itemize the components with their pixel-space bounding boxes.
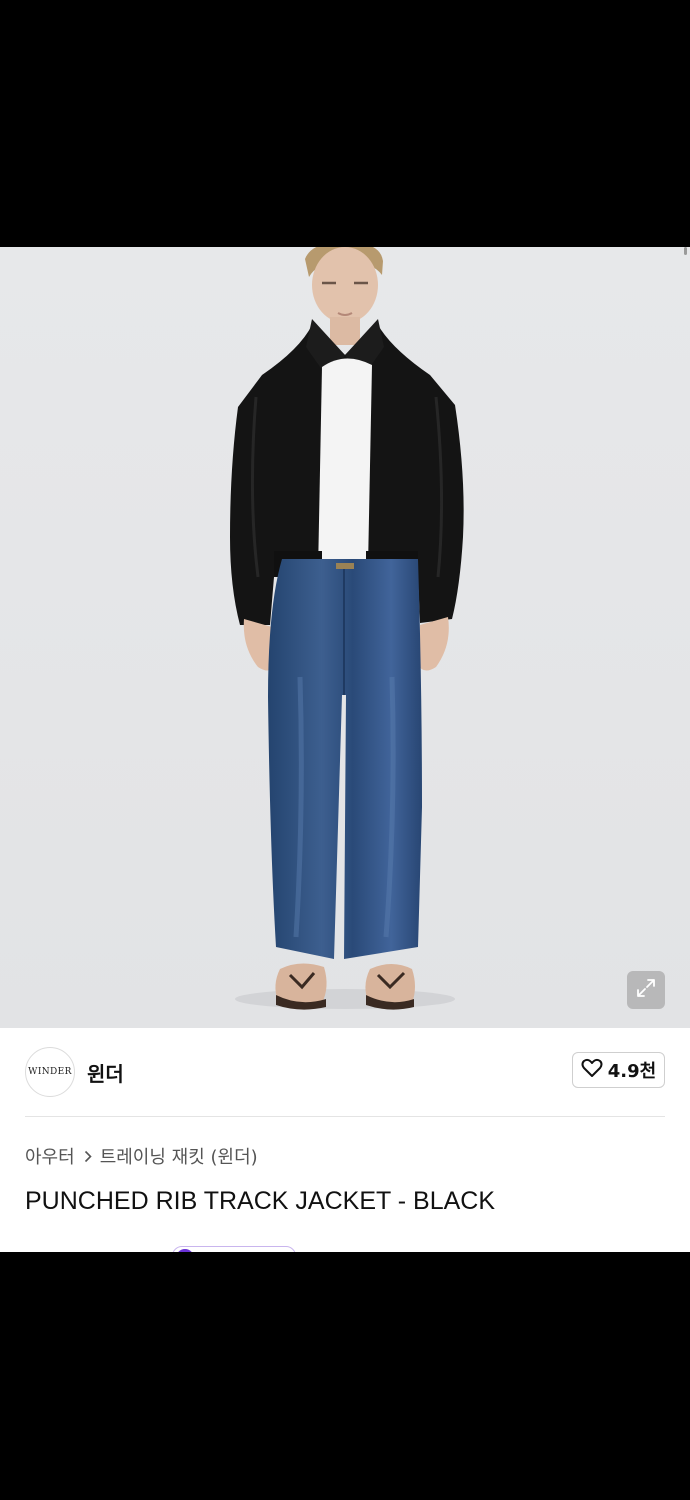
- divider: [25, 1116, 665, 1117]
- breadcrumb-subcategory[interactable]: 트레이닝 재킷 (윈더): [100, 1143, 258, 1169]
- product-image[interactable]: [0, 247, 690, 1028]
- like-count: 4.9천: [607, 1061, 657, 1082]
- like-button[interactable]: 4.9천: [572, 1052, 665, 1088]
- bottom-letterbox: [0, 1252, 690, 1500]
- brand-name[interactable]: 윈더: [87, 1058, 124, 1087]
- brand-row: WINDER 윈더 4.9천: [25, 1046, 665, 1098]
- product-detail-page: WINDER 윈더 4.9천 아우터 트레이닝 재킷 (윈더) PUNCHED …: [0, 247, 690, 1252]
- expand-icon: [635, 977, 657, 1003]
- product-title: PUNCHED RIB TRACK JACKET - BLACK: [25, 1187, 496, 1215]
- scroll-indicator[interactable]: [684, 247, 687, 255]
- breadcrumb-category[interactable]: 아우터: [25, 1143, 75, 1169]
- chevron-right-icon: [84, 1150, 92, 1163]
- model-photo: [0, 247, 690, 1028]
- brand-logo-text: WINDER: [28, 1067, 72, 1077]
- top-letterbox: [0, 0, 690, 247]
- heart-outline-icon: [581, 1058, 603, 1082]
- brand-logo[interactable]: WINDER: [25, 1047, 75, 1097]
- breadcrumb: 아우터 트레이닝 재킷 (윈더): [25, 1143, 258, 1169]
- expand-image-button[interactable]: [627, 971, 665, 1009]
